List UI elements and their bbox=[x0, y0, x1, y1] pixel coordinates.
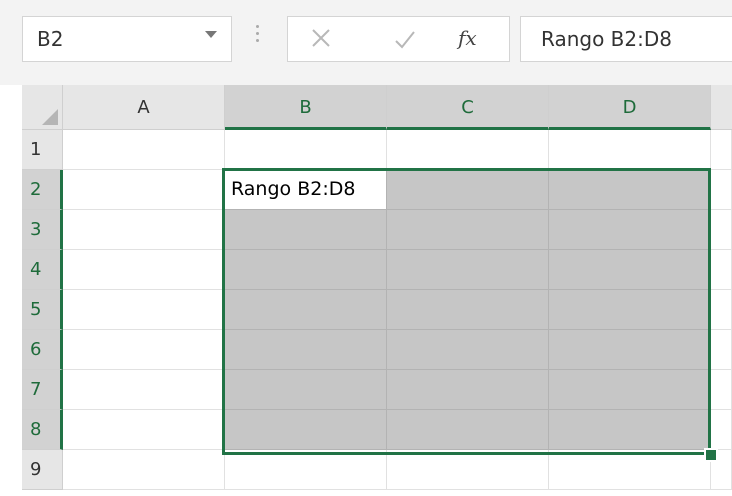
formula-buttons: fx bbox=[287, 16, 510, 62]
cell-c1[interactable] bbox=[387, 130, 549, 170]
cell-d2[interactable] bbox=[549, 170, 711, 210]
row-header-3[interactable]: 3 bbox=[22, 210, 63, 250]
column-header-c[interactable]: C bbox=[387, 85, 549, 130]
cell-d1[interactable] bbox=[549, 130, 711, 170]
cell-a6[interactable] bbox=[63, 330, 225, 370]
select-all-icon[interactable] bbox=[22, 85, 63, 130]
column-header-d[interactable]: D bbox=[549, 85, 711, 130]
cell-d5[interactable] bbox=[549, 290, 711, 330]
cell-a5[interactable] bbox=[63, 290, 225, 330]
more-options-icon[interactable] bbox=[255, 22, 259, 46]
cell-a4[interactable] bbox=[63, 250, 225, 290]
row-header-6[interactable]: 6 bbox=[22, 330, 63, 370]
cell-c2[interactable] bbox=[387, 170, 549, 210]
column-header-e[interactable] bbox=[711, 85, 732, 130]
cell-d7[interactable] bbox=[549, 370, 711, 410]
cell-b9[interactable] bbox=[225, 450, 387, 490]
name-box-value[interactable]: B2 bbox=[37, 27, 63, 51]
cell-b3[interactable] bbox=[225, 210, 387, 250]
row-header-4[interactable]: 4 bbox=[22, 250, 63, 290]
cell-c8[interactable] bbox=[387, 410, 549, 450]
cell-e5[interactable] bbox=[711, 290, 732, 330]
cell-a8[interactable] bbox=[63, 410, 225, 450]
cell-c7[interactable] bbox=[387, 370, 549, 410]
cell-d4[interactable] bbox=[549, 250, 711, 290]
dropdown-arrow-icon[interactable] bbox=[205, 31, 217, 38]
cell-e2[interactable] bbox=[711, 170, 732, 210]
cell-a2[interactable] bbox=[63, 170, 225, 210]
cell-d8[interactable] bbox=[549, 410, 711, 450]
cell-text: Rango B2:D8 bbox=[231, 178, 356, 200]
fill-handle[interactable] bbox=[704, 448, 718, 462]
cell-d9[interactable] bbox=[549, 450, 711, 490]
cell-d6[interactable] bbox=[549, 330, 711, 370]
cell-e1[interactable] bbox=[711, 130, 732, 170]
row-header-1[interactable]: 1 bbox=[22, 130, 63, 170]
cell-b8[interactable] bbox=[225, 410, 387, 450]
column-header-a[interactable]: A bbox=[63, 85, 225, 130]
cell-b4[interactable] bbox=[225, 250, 387, 290]
cell-a9[interactable] bbox=[63, 450, 225, 490]
formula-input[interactable]: Rango B2:D8 bbox=[520, 16, 732, 62]
row-header-7[interactable]: 7 bbox=[22, 370, 63, 410]
formula-bar-area: B2 fx Rango B2:D8 bbox=[0, 0, 732, 80]
cell-e3[interactable] bbox=[711, 210, 732, 250]
formula-text[interactable]: Rango B2:D8 bbox=[541, 27, 672, 51]
row-header-2[interactable]: 2 bbox=[22, 170, 63, 210]
cell-d3[interactable] bbox=[549, 210, 711, 250]
row-header-9[interactable]: 9 bbox=[22, 450, 63, 490]
row-header-5[interactable]: 5 bbox=[22, 290, 63, 330]
cell-b2[interactable]: Rango B2:D8 bbox=[225, 170, 387, 210]
worksheet-grid[interactable]: A B C D 1 2 Rango B2:D8 3 4 5 6 7 8 9 bbox=[0, 85, 732, 496]
cell-c6[interactable] bbox=[387, 330, 549, 370]
cell-c4[interactable] bbox=[387, 250, 549, 290]
cell-e8[interactable] bbox=[711, 410, 732, 450]
cell-e4[interactable] bbox=[711, 250, 732, 290]
cancel-icon[interactable] bbox=[310, 27, 332, 53]
insert-function-icon[interactable]: fx bbox=[458, 26, 477, 50]
enter-icon[interactable] bbox=[394, 29, 416, 55]
cell-a3[interactable] bbox=[63, 210, 225, 250]
cell-b7[interactable] bbox=[225, 370, 387, 410]
cell-b5[interactable] bbox=[225, 290, 387, 330]
cell-c9[interactable] bbox=[387, 450, 549, 490]
cell-e6[interactable] bbox=[711, 330, 732, 370]
cell-a1[interactable] bbox=[63, 130, 225, 170]
cell-e7[interactable] bbox=[711, 370, 732, 410]
cell-c5[interactable] bbox=[387, 290, 549, 330]
cell-b1[interactable] bbox=[225, 130, 387, 170]
row-header-8[interactable]: 8 bbox=[22, 410, 63, 450]
name-box[interactable]: B2 bbox=[22, 16, 232, 62]
column-header-b[interactable]: B bbox=[225, 85, 387, 130]
cell-c3[interactable] bbox=[387, 210, 549, 250]
cell-a7[interactable] bbox=[63, 370, 225, 410]
cell-b6[interactable] bbox=[225, 330, 387, 370]
